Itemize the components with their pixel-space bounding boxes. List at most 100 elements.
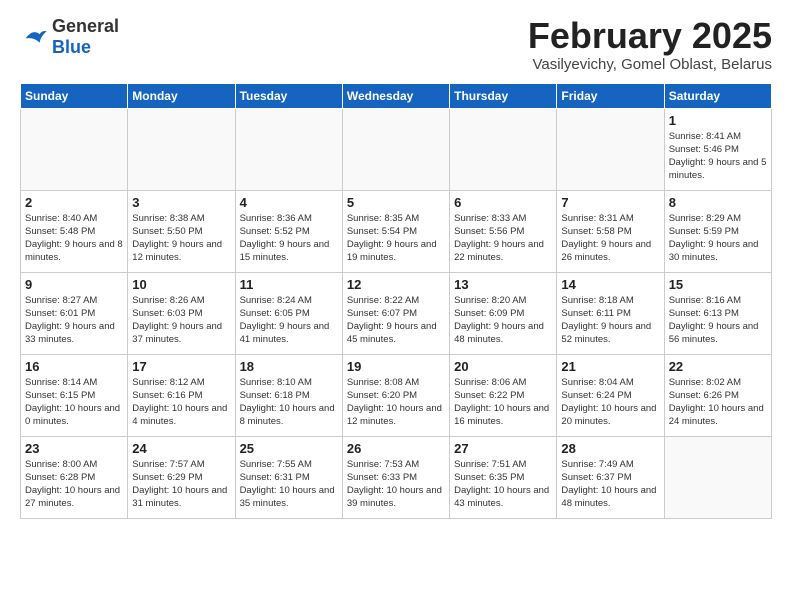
- day-number: 5: [347, 195, 445, 210]
- day-info: Sunrise: 8:00 AM Sunset: 6:28 PM Dayligh…: [25, 458, 123, 511]
- calendar-cell: 26 Sunrise: 7:53 AM Sunset: 6:33 PM Dayli…: [342, 436, 449, 518]
- calendar-week-1: 2 Sunrise: 8:40 AM Sunset: 5:48 PM Daylig…: [21, 190, 772, 272]
- month-title: February 2025: [528, 16, 772, 56]
- day-info: Sunrise: 8:33 AM Sunset: 5:56 PM Dayligh…: [454, 212, 552, 265]
- day-info: Sunrise: 8:02 AM Sunset: 6:26 PM Dayligh…: [669, 376, 767, 429]
- calendar-cell: 7 Sunrise: 8:31 AM Sunset: 5:58 PM Daylig…: [557, 190, 664, 272]
- header-tuesday: Tuesday: [235, 83, 342, 108]
- calendar-cell: 1 Sunrise: 8:41 AM Sunset: 5:46 PM Daylig…: [664, 108, 771, 190]
- day-info: Sunrise: 8:20 AM Sunset: 6:09 PM Dayligh…: [454, 294, 552, 347]
- calendar-cell: 25Sunrise: 7:55 AM Sunset: 6:31 PM Dayli…: [235, 436, 342, 518]
- calendar-cell: 13 Sunrise: 8:20 AM Sunset: 6:09 PM Dayli…: [450, 272, 557, 354]
- calendar-cell: [128, 108, 235, 190]
- calendar-cell: 10 Sunrise: 8:26 AM Sunset: 6:03 PM Dayli…: [128, 272, 235, 354]
- day-number: 21: [561, 359, 659, 374]
- header-monday: Monday: [128, 83, 235, 108]
- day-number: 7: [561, 195, 659, 210]
- calendar-week-2: 9Sunrise: 8:27 AM Sunset: 6:01 PM Daylig…: [21, 272, 772, 354]
- day-number: 14: [561, 277, 659, 292]
- calendar-table: Sunday Monday Tuesday Wednesday Thursday…: [20, 83, 772, 519]
- day-number: 15: [669, 277, 767, 292]
- calendar-cell: 27Sunrise: 7:51 AM Sunset: 6:35 PM Dayli…: [450, 436, 557, 518]
- calendar-cell: 24 Sunrise: 7:57 AM Sunset: 6:29 PM Dayli…: [128, 436, 235, 518]
- calendar-cell: 4 Sunrise: 8:36 AM Sunset: 5:52 PM Daylig…: [235, 190, 342, 272]
- day-info: Sunrise: 8:40 AM Sunset: 5:48 PM Dayligh…: [25, 212, 123, 265]
- day-info: Sunrise: 8:26 AM Sunset: 6:03 PM Dayligh…: [132, 294, 230, 347]
- header-sunday: Sunday: [21, 83, 128, 108]
- header: General Blue February 2025 Vasilyevichy,…: [20, 16, 772, 73]
- day-number: 28: [561, 441, 659, 456]
- day-number: 18: [240, 359, 338, 374]
- calendar-cell: 22 Sunrise: 8:02 AM Sunset: 6:26 PM Dayli…: [664, 354, 771, 436]
- calendar-cell: 8Sunrise: 8:29 AM Sunset: 5:59 PM Daylig…: [664, 190, 771, 272]
- day-number: 12: [347, 277, 445, 292]
- day-info: Sunrise: 8:06 AM Sunset: 6:22 PM Dayligh…: [454, 376, 552, 429]
- day-number: 1: [669, 113, 767, 128]
- day-info: Sunrise: 8:24 AM Sunset: 6:05 PM Dayligh…: [240, 294, 338, 347]
- calendar-cell: [342, 108, 449, 190]
- calendar-week-3: 16 Sunrise: 8:14 AM Sunset: 6:15 PM Dayli…: [21, 354, 772, 436]
- day-info: Sunrise: 8:18 AM Sunset: 6:11 PM Dayligh…: [561, 294, 659, 347]
- day-info: Sunrise: 8:10 AM Sunset: 6:18 PM Dayligh…: [240, 376, 338, 429]
- calendar-week-4: 23Sunrise: 8:00 AM Sunset: 6:28 PM Dayli…: [21, 436, 772, 518]
- calendar-cell: 16 Sunrise: 8:14 AM Sunset: 6:15 PM Dayli…: [21, 354, 128, 436]
- day-info: Sunrise: 8:31 AM Sunset: 5:58 PM Dayligh…: [561, 212, 659, 265]
- calendar-cell: 28 Sunrise: 7:49 AM Sunset: 6:37 PM Dayli…: [557, 436, 664, 518]
- calendar-cell: [21, 108, 128, 190]
- day-number: 22: [669, 359, 767, 374]
- calendar-cell: 15 Sunrise: 8:16 AM Sunset: 6:13 PM Dayli…: [664, 272, 771, 354]
- day-info: Sunrise: 7:53 AM Sunset: 6:33 PM Dayligh…: [347, 458, 445, 511]
- calendar-cell: 11 Sunrise: 8:24 AM Sunset: 6:05 PM Dayli…: [235, 272, 342, 354]
- day-info: Sunrise: 8:14 AM Sunset: 6:15 PM Dayligh…: [25, 376, 123, 429]
- calendar-week-0: 1 Sunrise: 8:41 AM Sunset: 5:46 PM Daylig…: [21, 108, 772, 190]
- calendar-cell: [664, 436, 771, 518]
- day-info: Sunrise: 7:49 AM Sunset: 6:37 PM Dayligh…: [561, 458, 659, 511]
- day-number: 13: [454, 277, 552, 292]
- day-info: Sunrise: 8:12 AM Sunset: 6:16 PM Dayligh…: [132, 376, 230, 429]
- day-number: 2: [25, 195, 123, 210]
- day-number: 27: [454, 441, 552, 456]
- day-info: Sunrise: 8:38 AM Sunset: 5:50 PM Dayligh…: [132, 212, 230, 265]
- logo-text: General Blue: [52, 16, 119, 58]
- day-number: 10: [132, 277, 230, 292]
- page: General Blue February 2025 Vasilyevichy,…: [0, 0, 792, 535]
- day-info: Sunrise: 8:41 AM Sunset: 5:46 PM Dayligh…: [669, 130, 767, 183]
- header-thursday: Thursday: [450, 83, 557, 108]
- day-number: 11: [240, 277, 338, 292]
- weekday-header-row: Sunday Monday Tuesday Wednesday Thursday…: [21, 83, 772, 108]
- calendar-cell: 6 Sunrise: 8:33 AM Sunset: 5:56 PM Daylig…: [450, 190, 557, 272]
- day-number: 8: [669, 195, 767, 210]
- day-number: 20: [454, 359, 552, 374]
- calendar-cell: 17 Sunrise: 8:12 AM Sunset: 6:16 PM Dayli…: [128, 354, 235, 436]
- logo-icon: [20, 23, 48, 51]
- logo-general: General: [52, 16, 119, 36]
- day-number: 19: [347, 359, 445, 374]
- day-number: 3: [132, 195, 230, 210]
- header-wednesday: Wednesday: [342, 83, 449, 108]
- location-title: Vasilyevichy, Gomel Oblast, Belarus: [528, 56, 772, 73]
- calendar-cell: 3 Sunrise: 8:38 AM Sunset: 5:50 PM Daylig…: [128, 190, 235, 272]
- day-number: 26: [347, 441, 445, 456]
- day-number: 4: [240, 195, 338, 210]
- day-info: Sunrise: 8:35 AM Sunset: 5:54 PM Dayligh…: [347, 212, 445, 265]
- calendar-cell: 23Sunrise: 8:00 AM Sunset: 6:28 PM Dayli…: [21, 436, 128, 518]
- day-number: 16: [25, 359, 123, 374]
- calendar-cell: 14 Sunrise: 8:18 AM Sunset: 6:11 PM Dayli…: [557, 272, 664, 354]
- header-saturday: Saturday: [664, 83, 771, 108]
- day-number: 24: [132, 441, 230, 456]
- calendar-cell: [557, 108, 664, 190]
- day-info: Sunrise: 7:57 AM Sunset: 6:29 PM Dayligh…: [132, 458, 230, 511]
- calendar-cell: 12 Sunrise: 8:22 AM Sunset: 6:07 PM Dayli…: [342, 272, 449, 354]
- calendar-cell: 20 Sunrise: 8:06 AM Sunset: 6:22 PM Dayli…: [450, 354, 557, 436]
- day-info: Sunrise: 8:36 AM Sunset: 5:52 PM Dayligh…: [240, 212, 338, 265]
- calendar-cell: [450, 108, 557, 190]
- day-info: Sunrise: 8:16 AM Sunset: 6:13 PM Dayligh…: [669, 294, 767, 347]
- day-info: Sunrise: 8:22 AM Sunset: 6:07 PM Dayligh…: [347, 294, 445, 347]
- calendar-cell: 21Sunrise: 8:04 AM Sunset: 6:24 PM Dayli…: [557, 354, 664, 436]
- day-info: Sunrise: 8:08 AM Sunset: 6:20 PM Dayligh…: [347, 376, 445, 429]
- logo-blue: Blue: [52, 37, 91, 57]
- day-info: Sunrise: 7:55 AM Sunset: 6:31 PM Dayligh…: [240, 458, 338, 511]
- day-number: 17: [132, 359, 230, 374]
- title-block: February 2025 Vasilyevichy, Gomel Oblast…: [528, 16, 772, 73]
- day-number: 6: [454, 195, 552, 210]
